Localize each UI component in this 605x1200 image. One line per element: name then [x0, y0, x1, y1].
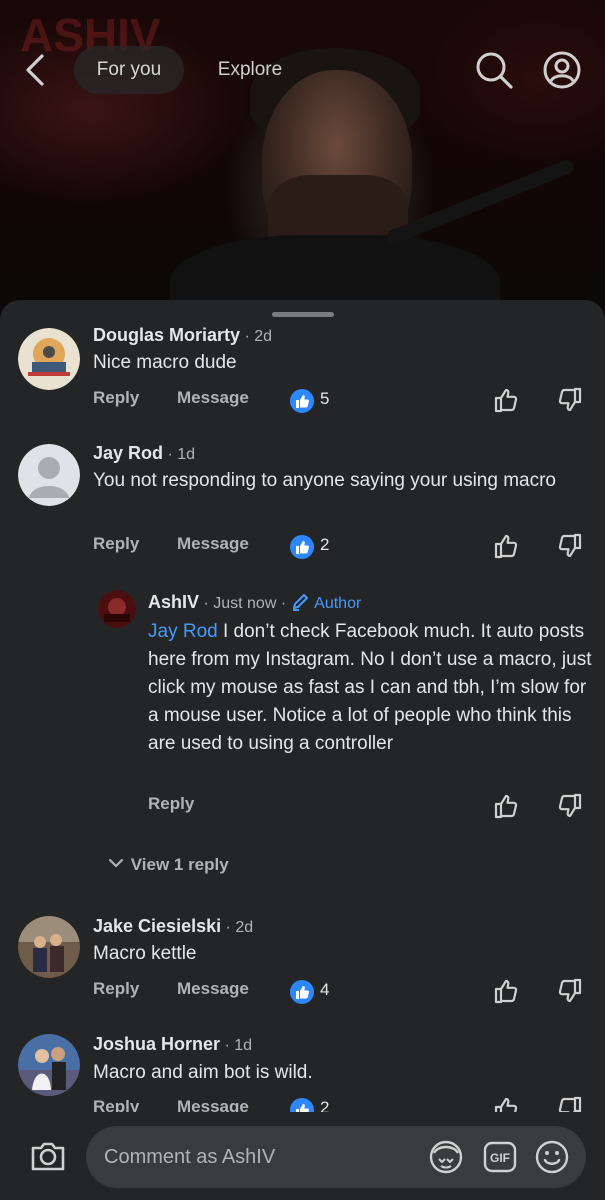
comment-text: Macro kettle [93, 943, 197, 964]
comment-text: Macro and aim bot is wild. [93, 1062, 313, 1083]
thumbs-up-icon [494, 794, 518, 819]
profile-icon [543, 51, 581, 89]
dislike-button[interactable] [554, 531, 584, 561]
comment-time-value: 1d [234, 1037, 253, 1054]
like-count[interactable]: 5 [320, 389, 329, 409]
author-badge: Author [291, 594, 362, 612]
comment-actions: Reply Message 2 [0, 531, 605, 564]
comments-sheet: Douglas Moriarty · 2d Nice macro dude Re… [0, 300, 605, 1200]
thumbs-down-icon [558, 533, 582, 558]
reply-button[interactable]: Reply [93, 388, 139, 408]
comment-time-value: 1d [177, 446, 196, 463]
like-button[interactable] [492, 976, 522, 1006]
like-button[interactable] [492, 791, 522, 821]
thumbs-up-icon [494, 979, 518, 1004]
comment-composer: GIF [0, 1112, 605, 1200]
view-replies-button[interactable]: View 1 reply [106, 853, 229, 879]
tab-explore[interactable]: Explore [200, 46, 300, 94]
mention-link[interactable]: Jay Rod [148, 621, 218, 642]
comment-author-name[interactable]: Douglas Moriarty · 2d [93, 325, 272, 346]
avatar-sticker-button[interactable] [428, 1139, 464, 1175]
emoji-icon [535, 1140, 569, 1174]
message-button[interactable]: Message [177, 979, 249, 999]
comment-input[interactable] [104, 1126, 424, 1188]
author-name-text: Joshua Horner [93, 1034, 221, 1054]
author-name-text: Douglas Moriarty [93, 325, 241, 345]
default-avatar-icon [18, 444, 80, 506]
like-button[interactable] [492, 531, 522, 561]
author-badge-label: Author [314, 595, 362, 612]
like-count[interactable]: 2 [320, 535, 329, 555]
comment-text: You not responding to anyone saying your… [93, 470, 556, 491]
avatar-sticker-icon [429, 1140, 463, 1174]
gif-button[interactable]: GIF [482, 1139, 518, 1175]
like-reaction-icon [290, 980, 314, 1004]
avatar[interactable] [18, 444, 80, 506]
reply-button[interactable]: Reply [93, 979, 139, 999]
like-reaction-icon [290, 535, 314, 559]
microphone-arm-graphic [384, 158, 576, 246]
comment-time: · Just now · [199, 595, 291, 612]
comment-actions: Reply Message 5 [0, 385, 605, 418]
comment-author-name[interactable]: Jake Ciesielski · 2d [93, 916, 253, 937]
top-navigation: For you Explore [0, 40, 605, 100]
dislike-button[interactable] [554, 791, 584, 821]
reply-button[interactable]: Reply [148, 794, 194, 814]
comment-time: · 1d [163, 446, 196, 463]
sheet-drag-handle[interactable] [272, 312, 334, 317]
view-replies-label: View 1 reply [130, 855, 229, 874]
like-button[interactable] [492, 385, 522, 415]
dislike-button[interactable] [554, 385, 584, 415]
comment-time-value: 2d [254, 328, 273, 345]
comment-author-name[interactable]: AshIV · Just now · Author [148, 592, 361, 613]
search-icon [476, 52, 513, 89]
comment-text: Nice macro dude [93, 352, 237, 373]
comment-text: Jay Rod I don’t check Facebook much. It … [148, 618, 593, 758]
like-count[interactable]: 4 [320, 980, 329, 1000]
avatar[interactable] [18, 916, 80, 978]
avatar[interactable] [18, 328, 80, 390]
emoji-button[interactable] [534, 1139, 570, 1175]
camera-icon [31, 1142, 65, 1171]
camera-button[interactable] [28, 1136, 68, 1176]
thumbs-down-icon [558, 387, 582, 412]
message-button[interactable]: Message [177, 388, 249, 408]
message-button[interactable]: Message [177, 534, 249, 554]
author-name-text: Jay Rod [93, 443, 164, 463]
avatar[interactable] [98, 590, 136, 628]
dislike-button[interactable] [554, 976, 584, 1006]
profile-button[interactable] [542, 50, 582, 90]
comment-actions: Reply Message 4 [0, 976, 605, 1009]
comment-author-name[interactable]: Jay Rod · 1d [93, 443, 195, 464]
svg-text:GIF: GIF [490, 1151, 510, 1165]
author-name-text: AshIV [148, 592, 200, 612]
thumbs-down-icon [558, 793, 582, 818]
thumbs-up-icon [494, 388, 518, 413]
comment-time-value: 2d [235, 919, 254, 936]
comment-time: · 2d [240, 328, 273, 345]
chevron-left-icon [26, 54, 44, 86]
chevron-down-icon [108, 858, 124, 868]
comment-actions: Reply [0, 791, 605, 824]
author-name-text: Jake Ciesielski [93, 916, 222, 936]
comment-time-value: Just now [213, 595, 277, 612]
like-reaction-icon [290, 389, 314, 413]
pencil-icon [292, 594, 308, 611]
reply-button[interactable]: Reply [93, 534, 139, 554]
comment-author-name[interactable]: Joshua Horner · 1d [93, 1034, 252, 1055]
avatar[interactable] [18, 1034, 80, 1096]
back-button[interactable] [20, 52, 52, 88]
comment-time: · 1d [220, 1037, 253, 1054]
comment-time: · 2d [221, 919, 254, 936]
gif-icon: GIF [483, 1141, 517, 1173]
search-button[interactable] [474, 50, 514, 90]
comment-input-container: GIF [86, 1126, 586, 1188]
thumbs-up-icon [494, 534, 518, 559]
thumbs-down-icon [558, 978, 582, 1003]
tab-for-you[interactable]: For you [74, 46, 184, 94]
